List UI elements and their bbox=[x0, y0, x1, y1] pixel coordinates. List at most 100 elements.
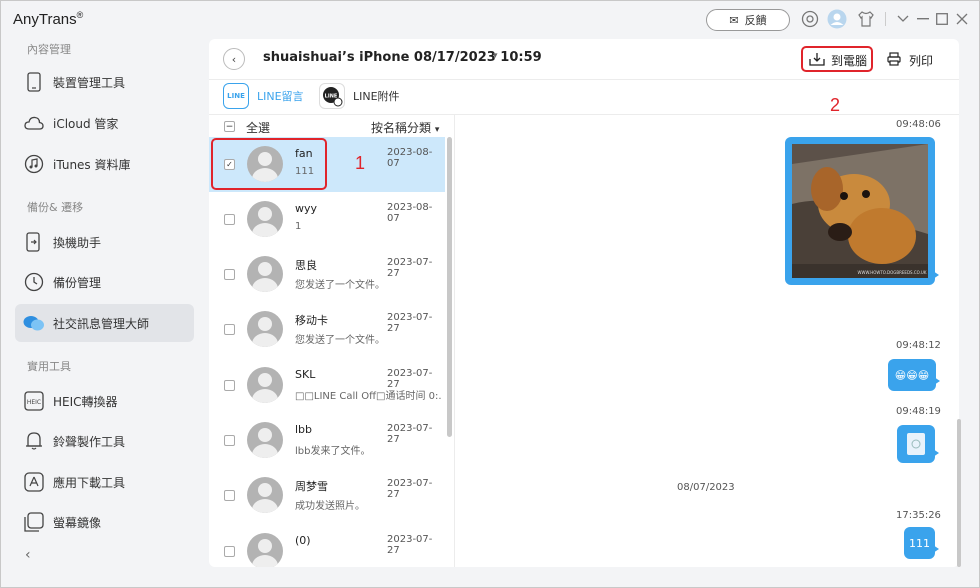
message-text: 111 bbox=[909, 536, 930, 550]
bell-icon bbox=[23, 430, 45, 452]
contact-preview: 1 bbox=[295, 221, 302, 232]
contact-list: ✓ fan 2023-08-07 111 wyy 2023-08-07 1 思良… bbox=[209, 137, 445, 567]
contact-preview: 您发送了一个文件。 bbox=[295, 335, 385, 346]
header-divider bbox=[209, 79, 959, 80]
sticker-message-bubble[interactable] bbox=[897, 425, 939, 463]
list-item[interactable]: 周梦雪 2023-07-27 成功发送照片。 bbox=[209, 468, 445, 523]
sidebar-item-label: iTunes 資料庫 bbox=[53, 157, 131, 172]
row-checkbox[interactable] bbox=[224, 380, 235, 391]
contact-name: 周梦雪 bbox=[295, 480, 328, 493]
list-item[interactable]: 思良 2023-07-27 您发送了一个文件。 bbox=[209, 247, 445, 302]
title-bar: AnyTrans® ✉ 反饋 bbox=[1, 1, 979, 37]
chevron-left-icon: ‹ bbox=[231, 52, 237, 66]
emoji-message-bubble[interactable]: 😁😁😁 bbox=[888, 359, 940, 391]
row-checkbox[interactable] bbox=[224, 324, 235, 335]
list-item[interactable]: lbb 2023-07-27 lbb发来了文件。 bbox=[209, 413, 445, 468]
list-item[interactable]: 移动卡 2023-07-27 您发送了一个文件。 bbox=[209, 302, 445, 357]
app-name: AnyTrans bbox=[13, 11, 77, 28]
row-checkbox[interactable] bbox=[224, 269, 235, 280]
annotation-highlight-contact bbox=[211, 138, 327, 190]
app-store-icon bbox=[23, 471, 45, 493]
contact-name: wyy bbox=[295, 202, 318, 215]
feedback-label: 反饋 bbox=[744, 14, 767, 27]
list-item[interactable]: SKL 2023-07-27 □□LINE Call Off□通话时间 0:..… bbox=[209, 358, 445, 413]
image-message-bubble[interactable]: WWW.HOWTO.DOGBREEDS.CO.UK bbox=[785, 137, 939, 285]
contact-name: 移动卡 bbox=[295, 314, 328, 327]
select-all-checkbox[interactable]: − bbox=[224, 121, 235, 132]
sidebar-item-heic[interactable]: HEIC HEIC轉換器 bbox=[15, 382, 194, 420]
sidebar-item-screen-mirror[interactable]: 螢幕鏡像 bbox=[15, 503, 194, 541]
contact-preview: 您发送了一个文件。 bbox=[295, 280, 385, 291]
registered-mark: ® bbox=[76, 10, 84, 20]
chat-bubbles-icon bbox=[23, 312, 45, 334]
sidebar-item-label: 應用下載工具 bbox=[53, 475, 126, 490]
chat-scrollbar[interactable] bbox=[957, 419, 961, 567]
row-checkbox[interactable] bbox=[224, 435, 235, 446]
heic-icon: HEIC bbox=[23, 390, 45, 412]
svg-text:HEIC: HEIC bbox=[27, 399, 41, 406]
sidebar-item-label: iCloud 管家 bbox=[53, 116, 119, 131]
sidebar-item-ringtone[interactable]: 鈴聲製作工具 bbox=[15, 422, 194, 460]
annotation-step-1: 1 bbox=[355, 153, 366, 173]
avatar bbox=[247, 477, 283, 513]
section-label-backup: 備份& 遷移 bbox=[27, 201, 84, 214]
message-timestamp: 09:48:12 bbox=[896, 340, 941, 351]
contact-list-scrollbar[interactable] bbox=[447, 137, 452, 437]
minimize-icon[interactable] bbox=[913, 9, 933, 29]
close-icon[interactable] bbox=[952, 9, 972, 29]
tab-line-messages[interactable]: LINE LINE留言 bbox=[223, 82, 304, 110]
list-item[interactable]: (0) 2023-07-27 bbox=[209, 524, 445, 567]
sidebar-item-label: 換機助手 bbox=[53, 235, 102, 250]
sidebar-item-device-manager[interactable]: 裝置管理工具 bbox=[15, 63, 194, 101]
history-icon bbox=[23, 271, 45, 293]
contact-name: lbb bbox=[295, 423, 313, 436]
message-timestamp: 17:35:26 bbox=[896, 510, 941, 521]
back-button[interactable]: ‹ bbox=[223, 48, 245, 70]
main-panel: ‹ shuaishuai’s iPhone 08/17/2023 10:59 ▾… bbox=[209, 39, 961, 567]
sidebar-item-phone-switcher[interactable]: 換機助手 bbox=[15, 223, 194, 261]
device-title[interactable]: shuaishuai’s iPhone 08/17/2023 10:59 bbox=[263, 50, 542, 65]
sidebar-item-label: 裝置管理工具 bbox=[53, 75, 126, 90]
phone-transfer-icon bbox=[23, 231, 45, 253]
device-dropdown-icon[interactable]: ▾ bbox=[493, 51, 498, 61]
sidebar-item-itunes[interactable]: iTunes 資料庫 bbox=[15, 145, 194, 183]
sidebar-item-label: 社交訊息管理大師 bbox=[53, 316, 150, 331]
row-checkbox[interactable] bbox=[224, 214, 235, 225]
sidebar-item-backup-manager[interactable]: 備份管理 bbox=[15, 263, 194, 301]
row-checkbox[interactable] bbox=[224, 546, 235, 557]
avatar bbox=[247, 256, 283, 292]
avatar bbox=[247, 201, 283, 237]
tab-line-attachments[interactable]: LINE LINE附件 bbox=[319, 82, 400, 110]
skin-shirt-icon[interactable] bbox=[856, 9, 876, 29]
maximize-icon[interactable] bbox=[932, 9, 952, 29]
contact-preview: □□LINE Call Off□通话时间 0:... bbox=[295, 391, 441, 402]
sidebar-item-icloud[interactable]: iCloud 管家 bbox=[15, 104, 194, 142]
music-icon bbox=[23, 153, 45, 175]
dog-photo: WWW.HOWTO.DOGBREEDS.CO.UK bbox=[792, 144, 928, 278]
print-button[interactable]: 列印 bbox=[887, 49, 933, 71]
search-icon[interactable] bbox=[800, 9, 820, 29]
line-attachment-icon: LINE bbox=[319, 83, 345, 109]
avatar bbox=[247, 533, 283, 567]
printer-icon bbox=[887, 51, 901, 69]
row-checkbox[interactable] bbox=[224, 490, 235, 501]
avatar bbox=[247, 367, 283, 403]
user-avatar-icon[interactable] bbox=[827, 9, 847, 29]
feedback-button[interactable]: ✉ 反饋 bbox=[706, 9, 790, 31]
text-message-bubble[interactable]: 111 bbox=[904, 527, 939, 559]
sort-dropdown[interactable]: 按名稱分類 ▾ bbox=[371, 119, 439, 136]
list-item[interactable]: wyy 2023-08-07 1 bbox=[209, 192, 445, 247]
titlebar-separator bbox=[885, 12, 886, 26]
section-label-tools: 實用工具 bbox=[27, 360, 71, 373]
chevron-down-icon[interactable] bbox=[893, 9, 913, 29]
sidebar-item-social-messages[interactable]: 社交訊息管理大師 bbox=[15, 304, 194, 342]
sidebar-collapse-icon[interactable]: ‹ bbox=[25, 547, 31, 563]
message-timestamp: 09:48:19 bbox=[896, 406, 941, 417]
annotation-highlight-export bbox=[801, 46, 873, 72]
sidebar-item-app-downloader[interactable]: 應用下載工具 bbox=[15, 463, 194, 501]
line-chat-icon: LINE bbox=[223, 83, 249, 109]
caret-down-icon: ▾ bbox=[434, 125, 440, 135]
avatar bbox=[247, 311, 283, 347]
sidebar: 內容管理 裝置管理工具 iCloud 管家 iTunes 資料庫 備份& 遷移 … bbox=[1, 37, 209, 587]
contact-name: (0) bbox=[295, 534, 311, 547]
